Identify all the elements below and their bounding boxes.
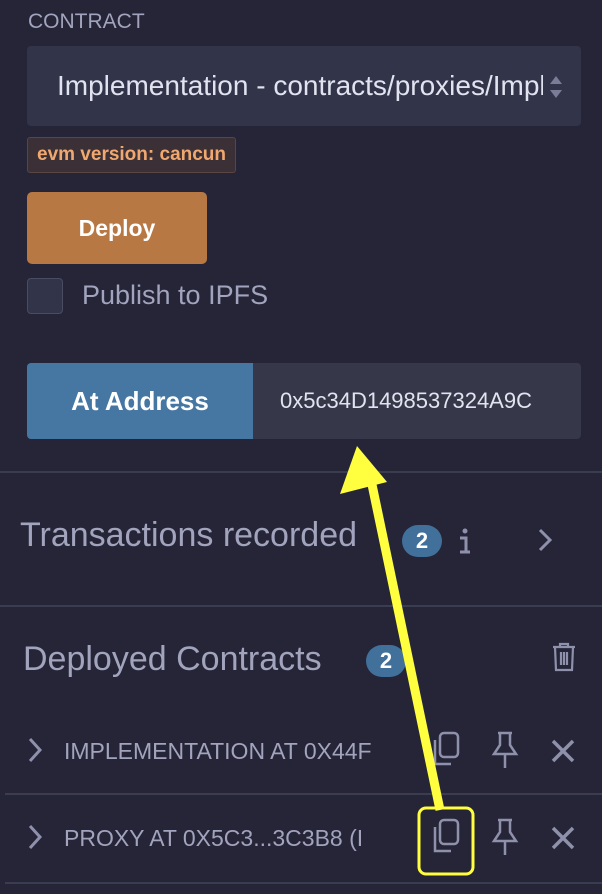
at-address-button[interactable]: At Address [27, 363, 253, 439]
at-address-input[interactable]: 0x5c34D1498537324A9C [253, 363, 581, 439]
transactions-count-badge: 2 [402, 525, 442, 557]
divider [5, 882, 602, 884]
divider [0, 605, 602, 607]
contract-label: CONTRACT [28, 10, 145, 33]
pin-icon[interactable] [490, 817, 520, 857]
contract-item-label: IMPLEMENTATION AT 0X44F [64, 738, 372, 764]
chevron-right-icon[interactable] [25, 823, 45, 851]
annotation-arrow-head [340, 446, 387, 494]
select-arrows-icon [550, 76, 562, 98]
close-icon[interactable] [550, 738, 576, 764]
evm-version-badge: evm version: cancun [27, 137, 237, 173]
copy-icon[interactable] [429, 817, 463, 857]
deployed-contracts-title: Deployed Contracts [23, 640, 322, 678]
trash-icon[interactable] [551, 642, 577, 672]
deployed-contract-item[interactable]: IMPLEMENTATION AT 0X44F [5, 706, 602, 794]
chevron-right-icon[interactable] [25, 736, 45, 764]
deploy-button[interactable]: Deploy [27, 192, 207, 264]
at-address-value: 0x5c34D1498537324A9C [280, 388, 532, 413]
deployed-contract-item[interactable]: PROXY AT 0X5C3...3C3B8 (I [5, 795, 602, 883]
divider [0, 471, 602, 473]
contract-select-value: Implementation - contracts/proxies/Imple… [57, 70, 543, 101]
deployed-count-badge: 2 [366, 645, 406, 677]
contract-item-label: PROXY AT 0X5C3...3C3B8 (I [64, 825, 364, 851]
pin-icon[interactable] [490, 730, 520, 770]
publish-ipfs-label[interactable]: Publish to IPFS [82, 280, 268, 311]
close-icon[interactable] [550, 825, 576, 851]
copy-icon[interactable] [429, 730, 463, 770]
contract-select[interactable]: Implementation - contracts/proxies/Imple… [27, 46, 581, 126]
publish-ipfs-checkbox[interactable] [27, 278, 63, 314]
chevron-right-icon[interactable] [535, 527, 555, 553]
transactions-recorded-title[interactable]: Transactions recorded [20, 516, 357, 555]
info-icon[interactable] [456, 526, 474, 556]
